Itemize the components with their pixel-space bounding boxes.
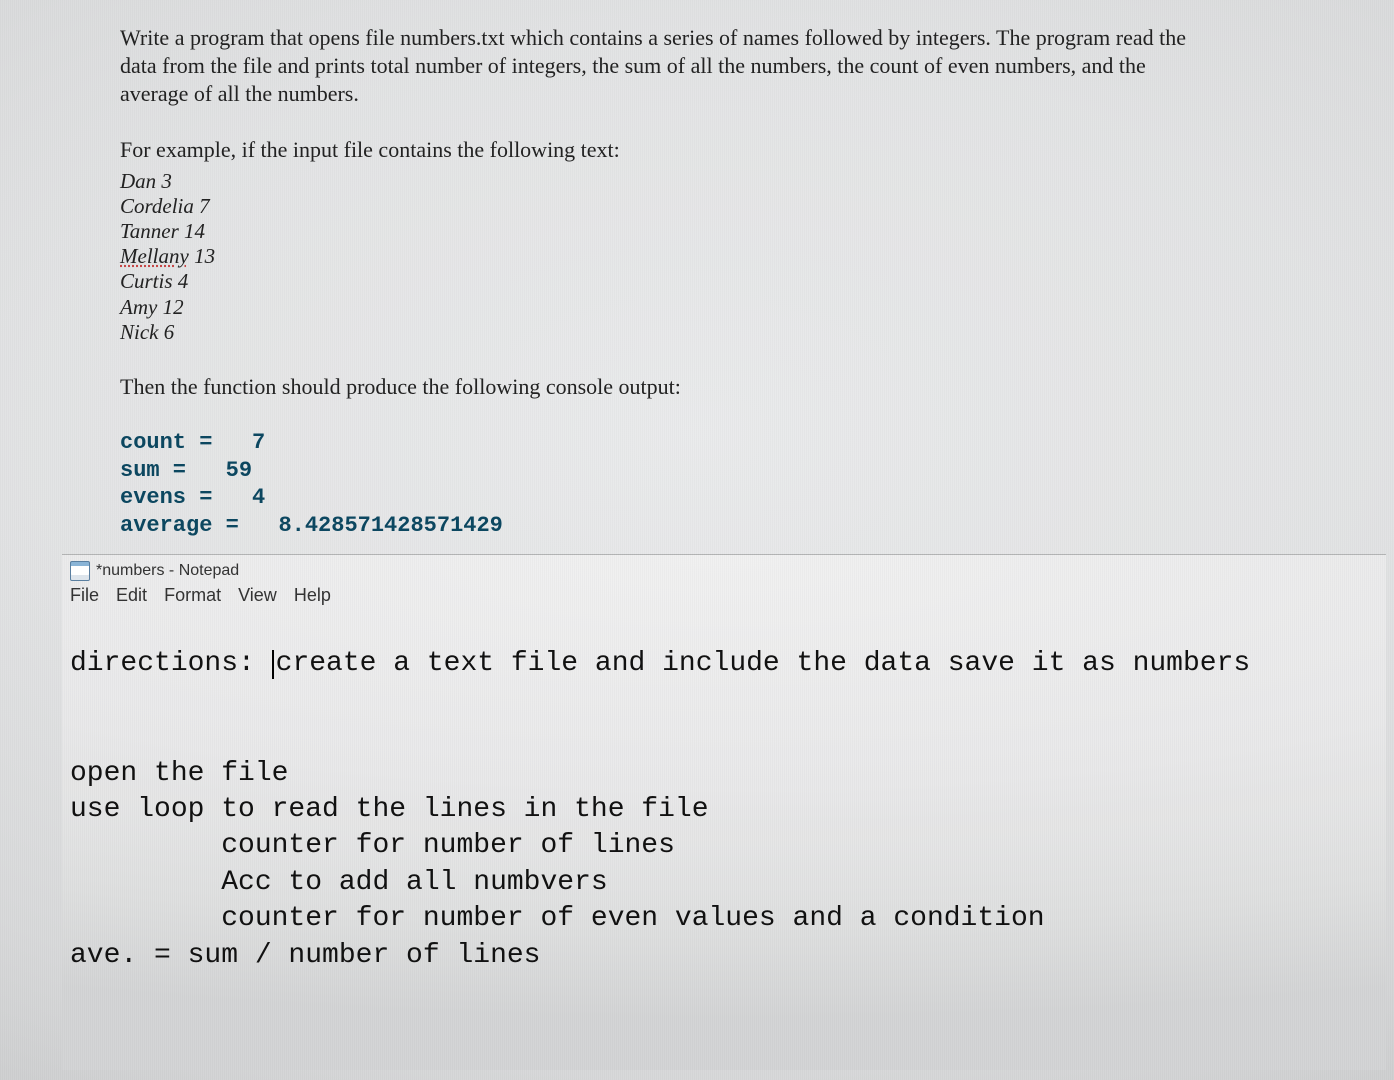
notepad-menu-bar: File Edit Format View Help xyxy=(62,585,1386,608)
problem-paragraph-3: Then the function should produce the fol… xyxy=(120,373,1394,401)
notepad-text-area[interactable]: directions: create a text file and inclu… xyxy=(62,608,1386,1016)
sample-input-line: Amy 12 xyxy=(120,295,1394,320)
menu-view[interactable]: View xyxy=(238,585,277,606)
notepad-titlebar[interactable]: *numbers - Notepad xyxy=(62,555,1386,585)
sample-input-line: Nick 6 xyxy=(120,320,1394,345)
sample-input-line: Curtis 4 xyxy=(120,269,1394,294)
editor-line: counter for number of even values and a … xyxy=(70,903,1045,934)
sample-input-block: Dan 3 Cordelia 7 Tanner 14 Mellany 13 Cu… xyxy=(120,169,1394,345)
sample-input-line: Dan 3 xyxy=(120,169,1394,194)
menu-edit[interactable]: Edit xyxy=(116,585,147,606)
notepad-title-text: *numbers - Notepad xyxy=(96,562,239,580)
sample-output-block: count = 7 sum = 59 evens = 4 average = 8… xyxy=(120,429,1394,539)
notepad-app-icon xyxy=(70,561,90,581)
menu-format[interactable]: Format xyxy=(164,585,221,606)
editor-line: directions: create a text file and inclu… xyxy=(70,648,1250,679)
sample-input-line: Mellany 13 xyxy=(120,244,1394,269)
console-line-average: average = 8.428571428571429 xyxy=(120,512,1394,540)
menu-help[interactable]: Help xyxy=(294,585,331,606)
problem-paragraph-1: Write a program that opens file numbers.… xyxy=(120,24,1200,108)
console-line-sum: sum = 59 xyxy=(120,457,1394,485)
menu-file[interactable]: File xyxy=(70,585,99,606)
text-caret xyxy=(272,650,274,679)
sample-input-line: Tanner 14 xyxy=(120,219,1394,244)
editor-line: Acc to add all numbvers xyxy=(70,867,608,898)
editor-line: ave. = sum / number of lines xyxy=(70,940,540,971)
console-line-evens: evens = 4 xyxy=(120,484,1394,512)
sample-input-line: Cordelia 7 xyxy=(120,194,1394,219)
editor-line: open the file xyxy=(70,758,288,789)
notepad-window: *numbers - Notepad File Edit Format View… xyxy=(62,554,1386,1070)
problem-paragraph-2: For example, if the input file contains … xyxy=(120,136,1200,164)
editor-line: counter for number of lines xyxy=(70,830,675,861)
console-line-count: count = 7 xyxy=(120,429,1394,457)
editor-line: use loop to read the lines in the file xyxy=(70,794,709,825)
